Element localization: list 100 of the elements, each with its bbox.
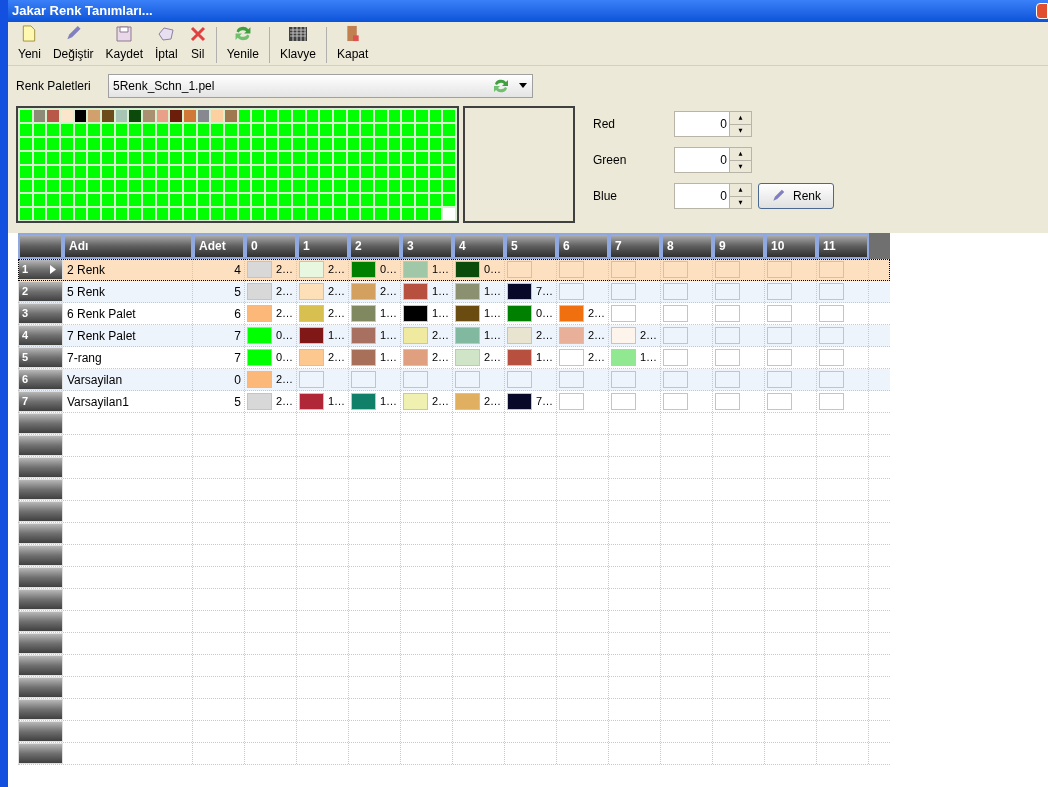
color-swatch[interactable] bbox=[443, 194, 455, 206]
color-swatch[interactable] bbox=[101, 110, 114, 122]
color-swatch[interactable] bbox=[211, 194, 223, 206]
color-swatch[interactable] bbox=[88, 152, 100, 164]
color-swatch[interactable] bbox=[20, 138, 32, 150]
color-swatch[interactable] bbox=[375, 124, 387, 136]
color-swatch[interactable] bbox=[115, 180, 128, 192]
color-swatch[interactable] bbox=[238, 194, 251, 206]
color-swatch[interactable] bbox=[156, 166, 169, 178]
color-swatch[interactable] bbox=[320, 110, 333, 122]
color-swatch[interactable] bbox=[211, 138, 223, 150]
color-swatch[interactable] bbox=[252, 208, 264, 220]
color-swatch[interactable] bbox=[33, 194, 46, 206]
color-swatch[interactable] bbox=[306, 138, 319, 150]
color-swatch[interactable] bbox=[20, 180, 32, 192]
color-swatch[interactable] bbox=[170, 152, 182, 164]
color-swatch[interactable] bbox=[224, 110, 237, 122]
color-swatch[interactable] bbox=[306, 194, 319, 206]
color-swatch[interactable] bbox=[197, 208, 210, 220]
row-header[interactable] bbox=[18, 435, 63, 456]
color-swatch[interactable] bbox=[20, 152, 32, 164]
color-swatch[interactable] bbox=[361, 166, 374, 178]
color-swatch[interactable] bbox=[361, 152, 374, 164]
row-header[interactable] bbox=[18, 743, 63, 764]
color-swatch[interactable] bbox=[211, 166, 223, 178]
color-swatch[interactable] bbox=[197, 180, 210, 192]
color-swatch[interactable] bbox=[293, 152, 305, 164]
row-header[interactable] bbox=[18, 479, 63, 500]
color-swatch[interactable] bbox=[170, 180, 182, 192]
color-swatch[interactable] bbox=[224, 124, 237, 136]
color-swatch[interactable] bbox=[224, 166, 237, 178]
color-swatch[interactable] bbox=[429, 110, 442, 122]
color-swatch[interactable] bbox=[443, 152, 455, 164]
color-swatch[interactable] bbox=[402, 124, 415, 136]
color-swatch[interactable] bbox=[142, 124, 155, 136]
color-swatch[interactable] bbox=[402, 194, 415, 206]
color-swatch[interactable] bbox=[416, 124, 428, 136]
color-swatch[interactable] bbox=[129, 110, 141, 122]
color-swatch[interactable] bbox=[20, 194, 32, 206]
color-swatch[interactable] bbox=[238, 152, 251, 164]
color-swatch[interactable] bbox=[252, 124, 264, 136]
row-header[interactable] bbox=[18, 523, 63, 544]
color-swatch[interactable] bbox=[306, 166, 319, 178]
color-swatch[interactable] bbox=[320, 124, 333, 136]
color-swatch[interactable] bbox=[197, 124, 210, 136]
color-swatch[interactable] bbox=[115, 138, 128, 150]
color-swatch[interactable] bbox=[183, 110, 196, 122]
color-swatch[interactable] bbox=[429, 166, 442, 178]
refresh-icon[interactable] bbox=[492, 78, 510, 94]
color-swatch[interactable] bbox=[224, 138, 237, 150]
color-swatch[interactable] bbox=[197, 166, 210, 178]
number-spinner[interactable]: 0 bbox=[674, 147, 752, 173]
color-swatch[interactable] bbox=[238, 180, 251, 192]
row-header[interactable] bbox=[18, 567, 63, 588]
color-swatch[interactable] bbox=[115, 166, 128, 178]
number-spinner[interactable]: 0 bbox=[674, 111, 752, 137]
color-swatch[interactable] bbox=[101, 166, 114, 178]
color-swatch[interactable] bbox=[74, 180, 87, 192]
color-swatch[interactable] bbox=[183, 152, 196, 164]
color-swatch[interactable] bbox=[129, 152, 141, 164]
color-swatch[interactable] bbox=[60, 180, 73, 192]
color-swatch[interactable] bbox=[60, 152, 73, 164]
column-header[interactable]: 6 bbox=[557, 233, 609, 259]
column-header[interactable]: 7 bbox=[609, 233, 661, 259]
color-swatch[interactable] bbox=[375, 180, 387, 192]
color-swatch[interactable] bbox=[334, 208, 346, 220]
color-swatch[interactable] bbox=[47, 152, 59, 164]
column-header[interactable]: 9 bbox=[713, 233, 765, 259]
color-swatch[interactable] bbox=[60, 208, 73, 220]
color-swatch[interactable] bbox=[388, 208, 401, 220]
color-swatch[interactable] bbox=[279, 180, 292, 192]
color-swatch[interactable] bbox=[429, 124, 442, 136]
row-header[interactable] bbox=[18, 699, 63, 720]
color-swatch[interactable] bbox=[88, 124, 100, 136]
color-swatch[interactable] bbox=[402, 138, 415, 150]
color-swatch[interactable] bbox=[33, 124, 46, 136]
color-swatch[interactable] bbox=[402, 166, 415, 178]
color-swatch[interactable] bbox=[375, 166, 387, 178]
color-swatch[interactable] bbox=[279, 124, 292, 136]
toolbar-button[interactable]: İptal bbox=[148, 25, 184, 65]
color-swatch[interactable] bbox=[334, 138, 346, 150]
color-swatch[interactable] bbox=[416, 194, 428, 206]
color-swatch[interactable] bbox=[33, 152, 46, 164]
color-swatch[interactable] bbox=[101, 208, 114, 220]
color-swatch[interactable] bbox=[142, 180, 155, 192]
color-swatch[interactable] bbox=[129, 194, 141, 206]
toolbar-button[interactable]: Kapat bbox=[330, 25, 375, 65]
color-swatch[interactable] bbox=[252, 138, 264, 150]
color-swatch[interactable] bbox=[347, 208, 360, 220]
row-header[interactable]: 3 bbox=[18, 303, 63, 324]
color-swatch[interactable] bbox=[74, 152, 87, 164]
row-header[interactable]: 6 bbox=[18, 369, 63, 390]
color-swatch[interactable] bbox=[115, 194, 128, 206]
color-swatch[interactable] bbox=[265, 208, 278, 220]
color-swatch[interactable] bbox=[265, 194, 278, 206]
color-swatch[interactable] bbox=[429, 194, 442, 206]
color-swatch[interactable] bbox=[293, 208, 305, 220]
color-swatch[interactable] bbox=[252, 152, 264, 164]
color-swatch[interactable] bbox=[320, 208, 333, 220]
color-swatch[interactable] bbox=[402, 110, 415, 122]
